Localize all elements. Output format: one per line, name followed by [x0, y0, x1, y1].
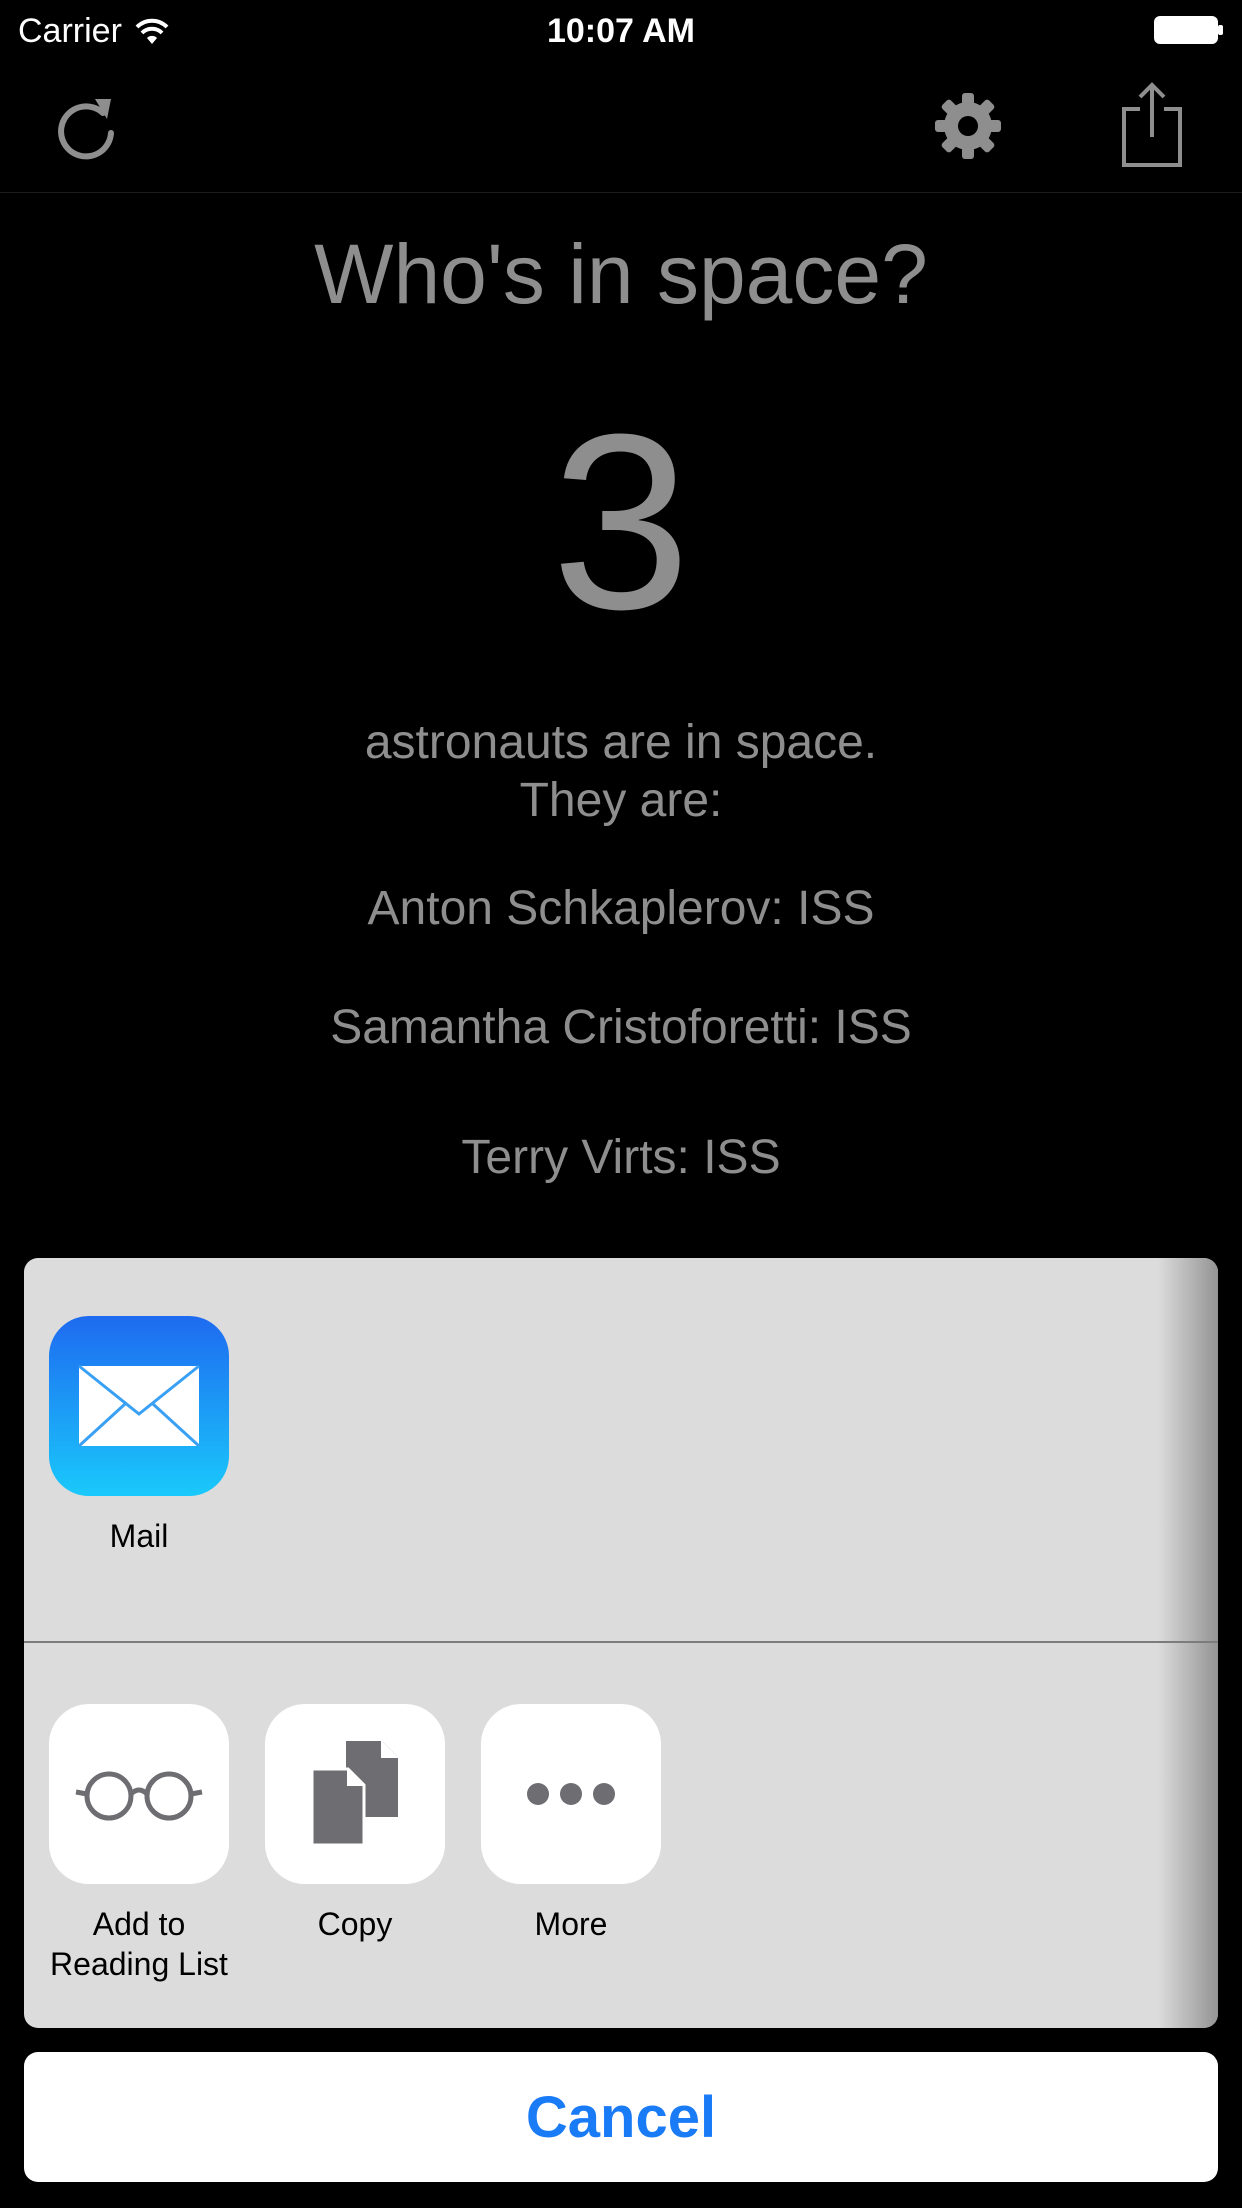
gear-icon	[935, 93, 1001, 159]
action-label-line-2: Reading List	[50, 1946, 228, 1982]
status-bar: Carrier 10:07 AM	[0, 0, 1242, 62]
description-line-1: astronauts are in space.	[364, 716, 878, 769]
refresh-icon	[58, 99, 114, 160]
share-app-mail[interactable]: Mail	[39, 1316, 239, 1556]
action-label-line-1: Add to	[92, 1906, 186, 1942]
scroll-fade	[1158, 1258, 1218, 2028]
action-add-to-reading-list[interactable]: Add to Reading List	[39, 1704, 239, 1984]
action-label: Add to Reading List	[39, 1904, 239, 1984]
nav-bar	[0, 62, 1242, 193]
screen: Carrier 10:07 AM Who's in space? 3 astro…	[0, 0, 1242, 2208]
share-sheet: Mail Add to Reading List Copy More	[24, 1258, 1218, 2028]
copy-icon	[265, 1704, 445, 1884]
clock: 10:07 AM	[546, 12, 696, 50]
action-label: More	[534, 1906, 608, 1942]
astronaut-count: 3	[551, 382, 691, 661]
share-app-label: Mail	[109, 1518, 169, 1554]
action-label: Copy	[317, 1906, 393, 1942]
astronaut-item: Samantha Cristoforetti: ISS	[330, 1001, 912, 1054]
page-title: Who's in space?	[314, 227, 928, 321]
sheet-divider	[24, 1641, 1218, 1643]
battery-icon	[1154, 16, 1223, 44]
action-more[interactable]: More	[471, 1704, 671, 1944]
cancel-button[interactable]: Cancel	[24, 2052, 1218, 2182]
description-line-2: They are:	[519, 774, 723, 827]
action-copy[interactable]: Copy	[255, 1704, 455, 1944]
more-icon	[481, 1704, 661, 1884]
description: astronauts are in space. They are:	[0, 714, 1242, 830]
mail-icon	[49, 1316, 229, 1496]
settings-button[interactable]	[928, 86, 1008, 166]
share-icon	[1122, 82, 1182, 167]
astronaut-item: Anton Schkaplerov: ISS	[367, 882, 875, 935]
reading-list-icon	[49, 1704, 229, 1884]
refresh-button[interactable]	[46, 86, 126, 166]
share-button[interactable]	[1112, 76, 1192, 172]
astronaut-item: Terry Virts: ISS	[461, 1131, 781, 1184]
